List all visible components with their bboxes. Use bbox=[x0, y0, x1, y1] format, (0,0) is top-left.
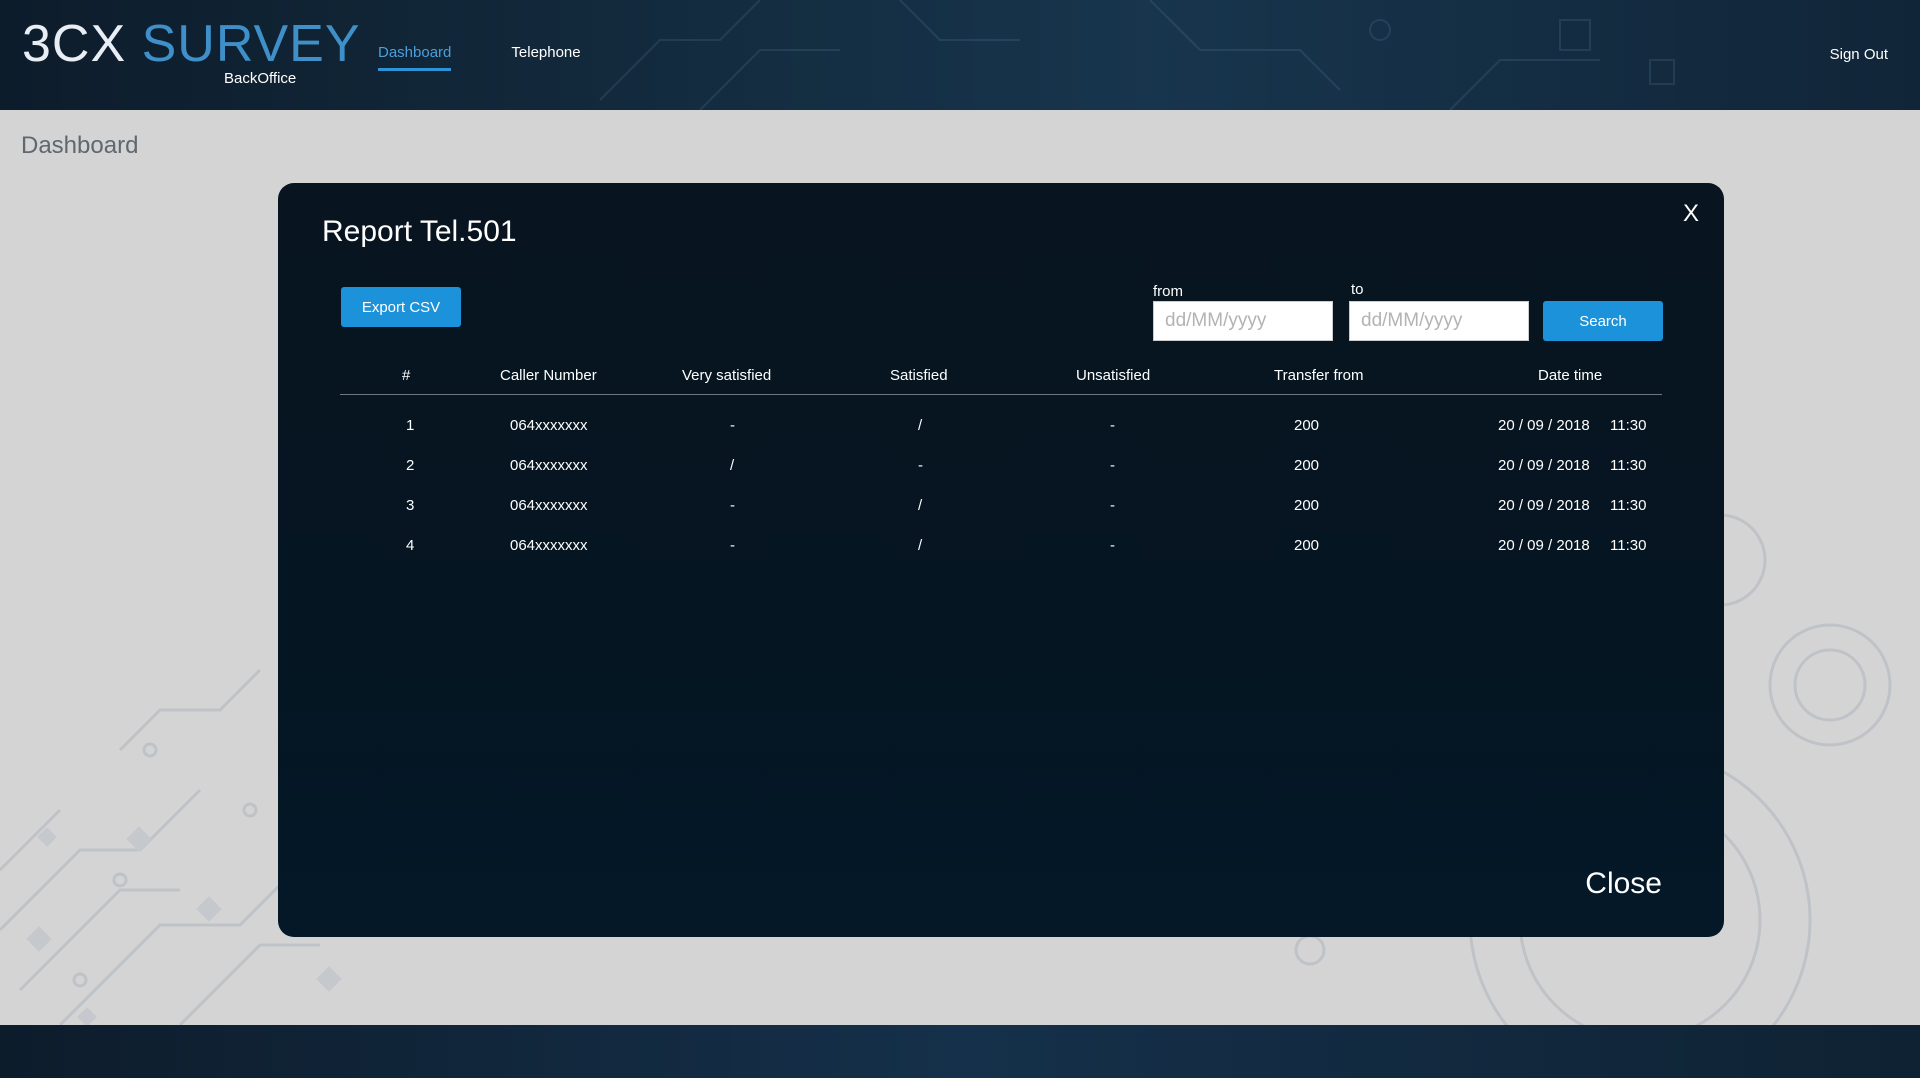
table-row: 1 064xxxxxxx - / - 200 20 / 09 / 2018 11… bbox=[340, 405, 1662, 445]
app-logo[interactable]: 3CX SURVEY BackOffice bbox=[22, 14, 361, 87]
modal-close-x-button[interactable]: X bbox=[1683, 199, 1699, 229]
cell-very-satisfied: - bbox=[730, 417, 735, 434]
cell-very-satisfied: / bbox=[730, 457, 735, 474]
cell-date: 20 / 09 / 2018 bbox=[1498, 497, 1590, 514]
cell-time: 11:30 bbox=[1610, 417, 1647, 434]
bottom-footer bbox=[0, 1025, 1920, 1080]
cell-unsatisfied: - bbox=[1110, 417, 1115, 434]
cell-index: 2 bbox=[406, 457, 415, 474]
top-header: 3CX SURVEY BackOffice Dashboard Telephon… bbox=[0, 0, 1920, 110]
col-header-very-satisfied: Very satisfied bbox=[682, 367, 772, 384]
col-header-caller-number: Caller Number bbox=[500, 367, 597, 384]
nav-telephone-tab[interactable]: Telephone bbox=[511, 44, 580, 71]
cell-index: 4 bbox=[406, 537, 415, 554]
main-nav: Dashboard Telephone bbox=[378, 44, 581, 71]
logo-text: 3CX SURVEY bbox=[22, 14, 361, 74]
logo-survey-text: SURVEY bbox=[141, 15, 361, 73]
logo-subtitle: BackOffice bbox=[224, 70, 297, 87]
to-date-input[interactable] bbox=[1349, 301, 1529, 341]
to-date-label: to bbox=[1351, 281, 1364, 298]
cell-unsatisfied: - bbox=[1110, 497, 1115, 514]
cell-transfer-from: 200 bbox=[1294, 457, 1320, 474]
table-row: 4 064xxxxxxx - / - 200 20 / 09 / 2018 11… bbox=[340, 525, 1662, 565]
cell-transfer-from: 200 bbox=[1294, 537, 1320, 554]
search-button[interactable]: Search bbox=[1543, 301, 1663, 341]
cell-index: 3 bbox=[406, 497, 415, 514]
from-date-input[interactable] bbox=[1153, 301, 1333, 341]
modal-title: Report Tel.501 bbox=[322, 215, 517, 248]
col-header-index: # bbox=[402, 367, 411, 384]
cell-date: 20 / 09 / 2018 bbox=[1498, 537, 1590, 554]
sign-out-link[interactable]: Sign Out bbox=[1830, 46, 1888, 63]
table-body: 1 064xxxxxxx - / - 200 20 / 09 / 2018 11… bbox=[340, 405, 1662, 565]
col-header-date-time: Date time bbox=[1538, 367, 1603, 384]
col-header-satisfied: Satisfied bbox=[890, 367, 948, 384]
report-modal: X Report Tel.501 Export CSV from to Sear… bbox=[278, 183, 1724, 937]
from-date-label: from bbox=[1153, 283, 1183, 300]
cell-caller-number: 064xxxxxxx bbox=[510, 497, 588, 514]
table-row: 3 064xxxxxxx - / - 200 20 / 09 / 2018 11… bbox=[340, 485, 1662, 525]
cell-transfer-from: 200 bbox=[1294, 417, 1320, 434]
export-csv-button[interactable]: Export CSV bbox=[341, 287, 461, 327]
cell-date: 20 / 09 / 2018 bbox=[1498, 457, 1590, 474]
cell-unsatisfied: - bbox=[1110, 537, 1115, 554]
cell-caller-number: 064xxxxxxx bbox=[510, 417, 588, 434]
report-table: # Caller Number Very satisfied Satisfied… bbox=[340, 363, 1662, 555]
cell-caller-number: 064xxxxxxx bbox=[510, 537, 588, 554]
nav-dashboard-tab[interactable]: Dashboard bbox=[378, 44, 452, 71]
cell-satisfied: / bbox=[918, 497, 923, 514]
cell-unsatisfied: - bbox=[1110, 457, 1115, 474]
col-header-transfer-from: Transfer from bbox=[1274, 367, 1364, 384]
cell-index: 1 bbox=[406, 417, 415, 434]
modal-close-button[interactable]: Close bbox=[1585, 867, 1662, 901]
cell-time: 11:30 bbox=[1610, 497, 1647, 514]
cell-time: 11:30 bbox=[1610, 457, 1647, 474]
logo-3cx-text: 3CX bbox=[22, 15, 127, 73]
cell-satisfied: - bbox=[918, 457, 923, 474]
cell-satisfied: / bbox=[918, 417, 923, 434]
cell-satisfied: / bbox=[918, 537, 923, 554]
page-title: Dashboard bbox=[21, 132, 139, 159]
app-root: 3CX SURVEY BackOffice Dashboard Telephon… bbox=[0, 0, 1920, 1080]
cell-date: 20 / 09 / 2018 bbox=[1498, 417, 1590, 434]
cell-time: 11:30 bbox=[1610, 537, 1647, 554]
cell-very-satisfied: - bbox=[730, 497, 735, 514]
table-row: 2 064xxxxxxx / - - 200 20 / 09 / 2018 11… bbox=[340, 445, 1662, 485]
cell-transfer-from: 200 bbox=[1294, 497, 1320, 514]
col-header-unsatisfied: Unsatisfied bbox=[1076, 367, 1151, 384]
table-header-row: # Caller Number Very satisfied Satisfied… bbox=[340, 363, 1662, 395]
cell-very-satisfied: - bbox=[730, 537, 735, 554]
cell-caller-number: 064xxxxxxx bbox=[510, 457, 588, 474]
